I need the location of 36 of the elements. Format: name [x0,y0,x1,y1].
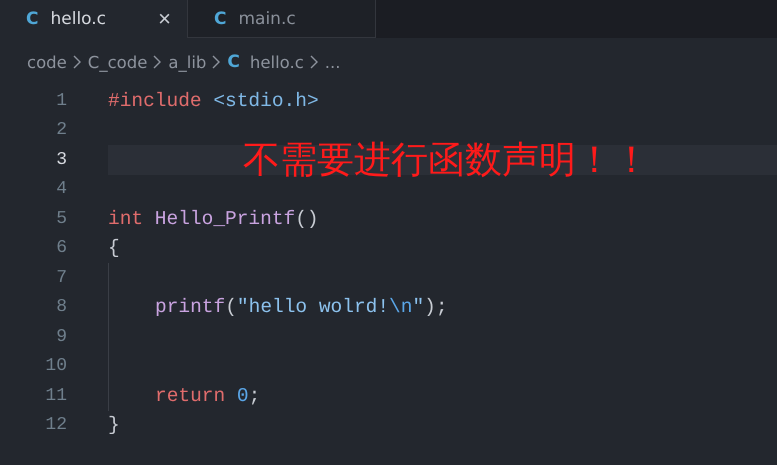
c-file-icon: C [26,9,38,29]
line-number: 9 [55,326,67,347]
line-number: 8 [55,297,67,318]
code-text: #include <stdio.h> [108,90,319,112]
tab-label: main.c [238,8,297,28]
line-number: 5 [55,208,67,229]
breadcrumb-item[interactable]: C hello.c [227,52,304,72]
line-number: 12 [44,415,67,436]
code-text: } [108,414,120,436]
line-number: 3 [55,150,67,170]
line-number: 10 [44,356,67,376]
breadcrumb-item[interactable]: C_code [88,52,148,72]
line-number: 11 [44,386,67,406]
close-button[interactable]: × [158,8,171,30]
chevron-right-icon [212,55,222,69]
chevron-right-icon [72,55,82,69]
line-number: 2 [55,120,67,140]
breadcrumb-label: hello.c [250,52,304,72]
c-file-icon: C [214,8,226,28]
code-text: { [108,237,120,260]
editor-tab[interactable]: C main.c [188,0,376,38]
line-number: 1 [55,90,67,111]
breadcrumb-item[interactable]: ... [324,52,341,72]
code-text: return 0; [155,384,260,407]
chevron-right-icon [310,55,319,69]
line-number: 4 [55,179,67,200]
line-number: 7 [55,268,67,288]
c-file-icon: C [227,52,240,72]
code-text: int Hello_Printf() [108,208,319,230]
line-number: 6 [55,238,67,258]
code-text: printf("hello wolrd!\n"); [155,296,448,318]
breadcrumb-item[interactable]: code [27,52,67,72]
breadcrumb-item[interactable]: a_lib [168,52,206,72]
editor-tab[interactable]: C hello.c × [0,0,188,38]
tab-label: hello.c [50,9,108,29]
chevron-right-icon [153,55,162,69]
